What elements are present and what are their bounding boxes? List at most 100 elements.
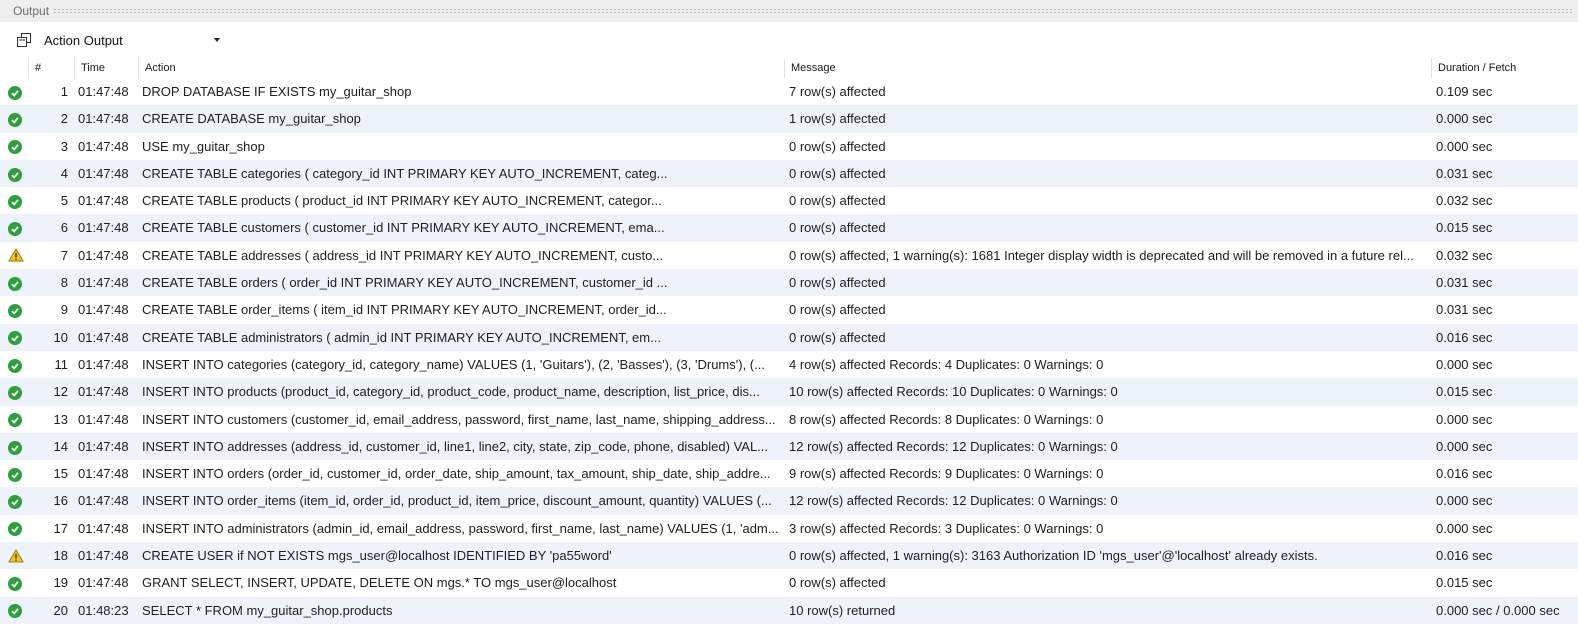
row-message: 7 row(s) affected	[789, 84, 886, 99]
table-row[interactable]: 6 01:47:48 CREATE TABLE customers ( custom…	[0, 214, 1578, 242]
table-row[interactable]: 2 01:47:48 CREATE DATABASE my_guitar_shop 1…	[0, 105, 1578, 133]
table-row[interactable]: 12 01:47:48 INSERT INTO products (product_…	[0, 378, 1578, 406]
row-duration: 0.000 sec	[1436, 520, 1493, 536]
row-duration: 0.016 sec	[1436, 466, 1493, 482]
panel-title: Output	[13, 4, 50, 18]
success-check-icon	[8, 304, 22, 319]
column-header-duration[interactable]: Duration / Fetch	[1431, 58, 1578, 78]
table-row[interactable]: 9 01:47:48 CREATE TABLE order_items ( item…	[0, 296, 1578, 323]
table-row[interactable]: 16 01:47:48 INSERT INTO order_items (item_…	[0, 487, 1578, 515]
success-check-icon	[8, 358, 22, 373]
row-number: 4	[60, 165, 68, 181]
table-row[interactable]: 10 01:47:48 CREATE TABLE administrators ( …	[0, 323, 1578, 351]
row-time: 01:47:48	[78, 329, 129, 345]
row-duration: 0.000 sec	[1436, 438, 1493, 454]
status-cell	[8, 542, 28, 569]
status-cell	[8, 515, 28, 542]
column-header-message[interactable]: Message	[784, 58, 1431, 78]
row-duration: 0.000 sec	[1436, 111, 1493, 127]
column-header-action[interactable]: Action	[138, 58, 784, 78]
success-check-icon	[8, 467, 22, 482]
row-duration: 0.031 sec	[1436, 275, 1493, 291]
table-row[interactable]: 3 01:47:48 USE my_guitar_shop 0 row(s) affe…	[0, 133, 1578, 160]
table-row[interactable]: 20 01:48:23 SELECT * FROM my_guitar_shop.p…	[0, 596, 1578, 624]
table-row[interactable]: 17 01:47:48 INSERT INTO administrators (ad…	[0, 515, 1578, 542]
row-time: 01:47:48	[78, 111, 129, 127]
row-message: 0 row(s) affected	[789, 275, 886, 291]
row-message: 0 row(s) affected	[789, 193, 886, 209]
table-row[interactable]: 8 01:47:48 CREATE TABLE orders ( order_id …	[0, 269, 1578, 297]
success-check-icon	[8, 576, 22, 591]
row-time: 01:47:48	[78, 275, 129, 291]
success-check-icon	[8, 604, 22, 619]
column-header-number[interactable]: #	[28, 58, 74, 78]
success-check-icon	[8, 331, 22, 346]
row-number: 15	[53, 466, 68, 482]
output-panel-header: Output	[0, 0, 1578, 22]
row-number: 5	[60, 193, 68, 209]
table-row[interactable]: 4 01:47:48 CREATE TABLE categories ( categ…	[0, 159, 1578, 188]
row-number: 6	[60, 220, 68, 236]
table-row[interactable]: 1 01:47:48 DROP DATABASE IF EXISTS my_guit…	[0, 78, 1578, 105]
table-row[interactable]: 19 01:47:48 GRANT SELECT, INSERT, UPDATE, …	[0, 569, 1578, 596]
row-time: 01:47:48	[78, 193, 129, 209]
row-action: CREATE TABLE addresses ( address_id INT …	[142, 247, 664, 263]
row-number: 18	[53, 548, 68, 564]
row-action: SELECT * FROM my_guitar_shop.products	[142, 602, 393, 618]
row-message: 0 row(s) affected, 1 warning(s): 1681 In…	[789, 247, 1414, 263]
grid-header: # Time Action Message Duration / Fetch	[0, 58, 1578, 78]
row-number: 20	[53, 602, 68, 618]
row-time: 01:47:48	[78, 520, 129, 536]
chevron-down-icon	[214, 38, 220, 42]
row-message: 12 row(s) affected Records: 12 Duplicate…	[789, 493, 1118, 509]
row-time: 01:47:48	[78, 411, 129, 427]
row-action: INSERT INTO administrators (admin_id, em…	[142, 520, 779, 536]
output-type-select[interactable]: Action Output	[40, 29, 224, 51]
success-check-icon	[8, 495, 22, 510]
row-action: CREATE USER if NOT EXISTS mgs_user@local…	[142, 548, 612, 564]
row-time: 01:47:48	[78, 438, 129, 454]
row-duration: 0.032 sec	[1436, 193, 1493, 209]
row-number: 2	[60, 111, 68, 127]
row-message: 0 row(s) affected, 1 warning(s): 3163 Au…	[789, 548, 1318, 564]
row-time: 01:48:23	[78, 602, 129, 618]
row-action: INSERT INTO orders (order_id, customer_i…	[142, 466, 771, 482]
table-row[interactable]: 11 01:47:48 INSERT INTO categories (catego…	[0, 351, 1578, 378]
row-time: 01:47:48	[78, 247, 129, 263]
row-time: 01:47:48	[78, 302, 129, 318]
row-number: 17	[53, 520, 68, 536]
row-message: 0 row(s) affected	[789, 329, 886, 345]
row-message: 4 row(s) affected Records: 4 Duplicates:…	[789, 356, 1104, 372]
status-cell	[8, 460, 28, 487]
status-cell	[8, 324, 28, 351]
row-action: INSERT INTO products (product_id, catego…	[142, 384, 760, 400]
row-time: 01:47:48	[78, 356, 129, 372]
row-number: 9	[60, 302, 68, 318]
warning-icon	[8, 548, 24, 563]
row-action: GRANT SELECT, INSERT, UPDATE, DELETE ON …	[142, 575, 617, 591]
column-header-status[interactable]	[0, 58, 28, 78]
row-duration: 0.031 sec	[1436, 302, 1493, 318]
row-number: 19	[53, 575, 68, 591]
table-row[interactable]: 18 01:47:48 CREATE USER if NOT EXISTS mgs_…	[0, 542, 1578, 570]
row-number: 1	[60, 84, 68, 99]
row-number: 14	[53, 438, 68, 454]
row-message: 3 row(s) affected Records: 3 Duplicates:…	[789, 520, 1104, 536]
output-toolbar: Action Output	[0, 22, 1578, 58]
row-action: CREATE TABLE order_items ( item_id INT P…	[142, 302, 667, 318]
table-row[interactable]: 13 01:47:48 INSERT INTO customers (custome…	[0, 406, 1578, 433]
column-header-time[interactable]: Time	[74, 58, 138, 78]
copy-icon[interactable]	[14, 30, 34, 50]
row-action: CREATE TABLE categories ( category_id IN…	[142, 165, 668, 181]
row-message: 12 row(s) affected Records: 12 Duplicate…	[789, 438, 1118, 454]
table-row[interactable]: 7 01:47:48 CREATE TABLE addresses ( addres…	[0, 242, 1578, 269]
panel-grip[interactable]	[53, 8, 1572, 14]
row-action: INSERT INTO addresses (address_id, custo…	[142, 438, 769, 454]
table-row[interactable]: 5 01:47:48 CREATE TABLE products ( product…	[0, 187, 1578, 214]
status-cell	[8, 242, 28, 269]
table-row[interactable]: 14 01:47:48 INSERT INTO addresses (address…	[0, 432, 1578, 461]
table-row[interactable]: 15 01:47:48 INSERT INTO orders (order_id, …	[0, 460, 1578, 487]
row-time: 01:47:48	[78, 548, 129, 564]
row-action: CREATE TABLE customers ( customer_id INT…	[142, 220, 665, 236]
status-cell	[8, 296, 28, 323]
